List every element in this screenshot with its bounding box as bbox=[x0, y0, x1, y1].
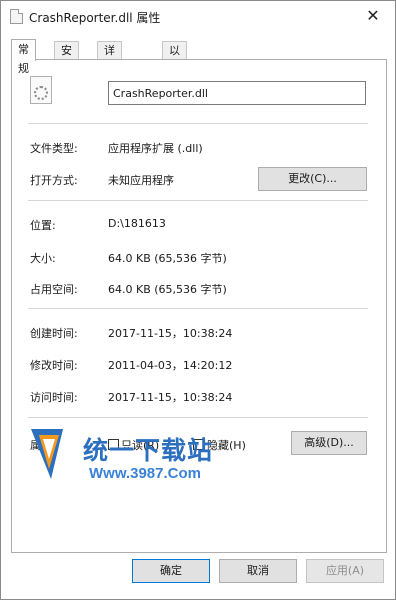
location-label: 位置: bbox=[30, 219, 56, 232]
watermark-logo: 统一下载站 Www.3987.Com bbox=[29, 425, 239, 485]
divider bbox=[28, 200, 368, 201]
properties-window: CrashReporter.dll 属性 ✕ 常规 安全 详细信息 以前的版本 … bbox=[0, 0, 396, 600]
watermark-url: Www.3987.Com bbox=[89, 465, 201, 482]
accessed-label: 访问时间: bbox=[30, 391, 78, 404]
ok-button[interactable]: 确定 bbox=[132, 559, 210, 583]
created-value: 2017-11-15，10:38:24 bbox=[108, 327, 233, 340]
divider bbox=[28, 123, 368, 124]
disk-size-label: 占用空间: bbox=[30, 283, 78, 296]
close-icon[interactable]: ✕ bbox=[351, 1, 395, 30]
file-type-value: 应用程序扩展 (.dll) bbox=[108, 142, 203, 155]
change-button[interactable]: 更改(C)... bbox=[258, 167, 367, 191]
modified-value: 2011-04-03，14:20:12 bbox=[108, 359, 233, 372]
advanced-button[interactable]: 高级(D)... bbox=[291, 431, 367, 455]
tab-general[interactable]: 常规 bbox=[11, 39, 36, 75]
divider bbox=[28, 308, 368, 309]
open-with-label: 打开方式: bbox=[30, 174, 78, 187]
tab-details[interactable]: 详细信息 bbox=[97, 41, 122, 111]
apply-button[interactable]: 应用(A) bbox=[306, 559, 384, 583]
size-label: 大小: bbox=[30, 252, 56, 265]
location-value: D:\181613 bbox=[108, 217, 166, 230]
modified-label: 修改时间: bbox=[30, 359, 78, 372]
dll-file-icon bbox=[30, 76, 52, 104]
created-label: 创建时间: bbox=[30, 327, 78, 340]
watermark-emblem-icon bbox=[31, 429, 63, 479]
title-bar: CrashReporter.dll 属性 ✕ bbox=[1, 1, 395, 31]
open-with-value: 未知应用程序 bbox=[108, 174, 174, 187]
window-title: CrashReporter.dll 属性 bbox=[29, 11, 161, 25]
tab-security[interactable]: 安全 bbox=[54, 41, 79, 75]
tab-previous-versions[interactable]: 以前的版本 bbox=[162, 41, 187, 129]
file-icon bbox=[10, 9, 23, 24]
accessed-value: 2017-11-15，10:38:24 bbox=[108, 391, 233, 404]
file-name-field[interactable]: CrashReporter.dll bbox=[108, 81, 366, 105]
file-type-label: 文件类型: bbox=[30, 142, 78, 155]
size-value: 64.0 KB (65,536 字节) bbox=[108, 252, 227, 265]
watermark-title: 统一下载站 bbox=[83, 436, 214, 465]
disk-size-value: 64.0 KB (65,536 字节) bbox=[108, 283, 227, 296]
divider bbox=[28, 417, 368, 418]
gear-icon bbox=[34, 86, 48, 100]
cancel-button[interactable]: 取消 bbox=[219, 559, 297, 583]
